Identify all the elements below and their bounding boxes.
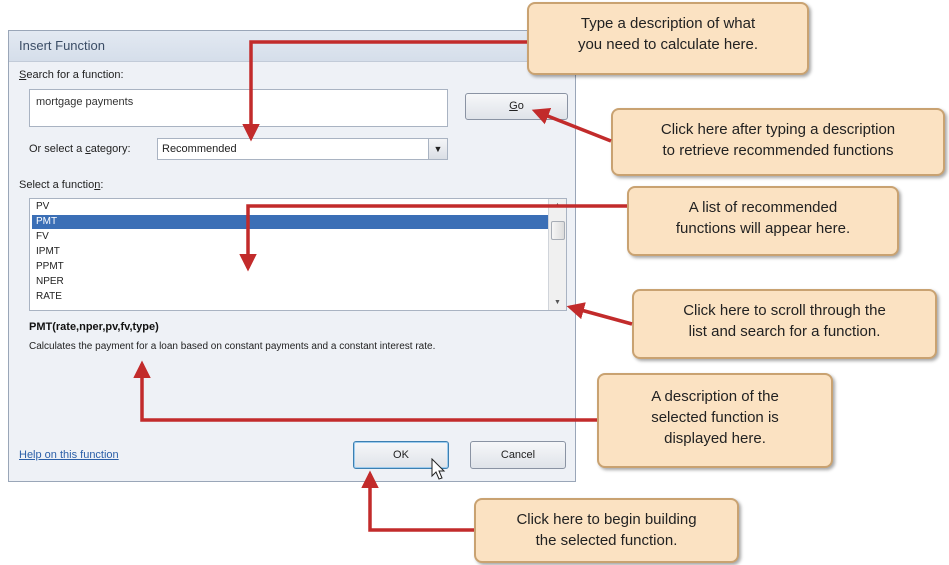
arrow-search — [242, 40, 527, 142]
annotation-arrows — [133, 40, 633, 532]
arrow-ok — [361, 470, 474, 532]
arrow-go — [531, 108, 612, 143]
arrow-scroll — [566, 302, 633, 326]
arrow-list — [239, 204, 627, 272]
arrow-description — [133, 360, 597, 422]
